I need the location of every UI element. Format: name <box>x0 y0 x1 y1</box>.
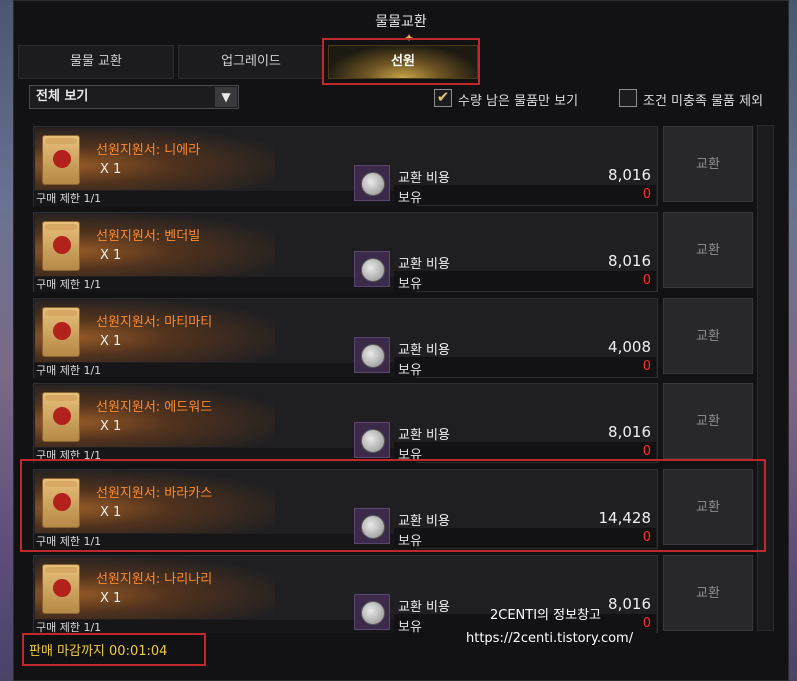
cost-label: 교환 비용 <box>398 343 450 358</box>
silver-coin-icon <box>361 601 385 625</box>
exclude-unmet-label: 조건 미충족 물품 제외 <box>643 94 764 109</box>
row-highlight-box <box>20 459 766 552</box>
cost-label: 교환 비용 <box>398 171 450 186</box>
owned-bar <box>394 185 656 205</box>
item-list: 선원지원서: 니에라 X 1 구매 제한 1/1 교환 비용 8,016 보유 … <box>29 121 759 633</box>
owned-label: 보유 <box>398 363 422 378</box>
filter-selected-value: 전체 보기 <box>36 89 89 104</box>
silver-coin-icon <box>361 172 385 196</box>
owned-label: 보유 <box>398 620 422 633</box>
remaining-only-checkbox[interactable]: ✔ <box>434 89 452 107</box>
exchange-button[interactable]: 교환 <box>663 298 753 374</box>
currency-slot <box>354 251 390 287</box>
item-row: 선원지원서: 마티마티 X 1 구매 제한 1/1 교환 비용 4,008 보유… <box>33 298 757 378</box>
cost-value: 8,016 <box>608 252 651 270</box>
currency-slot <box>354 165 390 201</box>
currency-slot <box>354 337 390 373</box>
wax-seal-icon <box>53 322 71 340</box>
item-row: 선원지원서: 나리나리 X 1 구매 제한 1/1 교환 비용 8,016 보유… <box>33 555 757 633</box>
item-quantity: X 1 <box>100 419 122 434</box>
item-quantity: X 1 <box>100 248 122 263</box>
tab-highlight-box <box>322 38 480 85</box>
watermark-url: https://2centi.tistory.com/ <box>466 631 634 646</box>
cost-label: 교환 비용 <box>398 428 450 443</box>
item-name: 선원지원서: 나리나리 <box>96 572 213 587</box>
item-row: 선원지원서: 니에라 X 1 구매 제한 1/1 교환 비용 8,016 보유 … <box>33 126 757 206</box>
crew-scroll-icon <box>42 307 80 357</box>
owned-bar <box>394 271 656 291</box>
exclude-unmet-checkbox[interactable] <box>619 89 637 107</box>
watermark-title: 2CENTI의 정보창고 <box>490 608 601 623</box>
silver-coin-icon <box>361 429 385 453</box>
item-panel: 선원지원서: 에드워드 X 1 구매 제한 1/1 교환 비용 8,016 보유… <box>33 383 658 463</box>
filter-dropdown[interactable]: 전체 보기 ▼ <box>29 85 239 109</box>
tab-barter[interactable]: 물물 교환 <box>18 45 174 79</box>
item-panel: 선원지원서: 마티마티 X 1 구매 제한 1/1 교환 비용 4,008 보유… <box>33 298 658 378</box>
cost-label: 교환 비용 <box>398 600 450 615</box>
owned-value: 0 <box>642 273 651 288</box>
silver-coin-icon <box>361 258 385 282</box>
window-title: 물물교환 <box>375 14 427 30</box>
item-row: 선원지원서: 벤더빌 X 1 구매 제한 1/1 교환 비용 8,016 보유 … <box>33 212 757 292</box>
owned-bar <box>394 357 656 377</box>
remaining-only-label: 수량 남은 물품만 보기 <box>458 94 579 109</box>
item-name: 선원지원서: 벤더빌 <box>96 229 201 244</box>
crew-scroll-icon <box>42 135 80 185</box>
owned-value: 0 <box>642 616 651 631</box>
owned-value: 0 <box>642 359 651 374</box>
chevron-down-icon[interactable]: ▼ <box>215 87 237 107</box>
item-panel: 선원지원서: 니에라 X 1 구매 제한 1/1 교환 비용 8,016 보유 … <box>33 126 658 206</box>
sale-timer: 판매 마감까지 00:01:04 <box>29 644 168 659</box>
item-quantity: X 1 <box>100 162 122 177</box>
wax-seal-icon <box>53 579 71 597</box>
cost-value: 8,016 <box>608 423 651 441</box>
item-panel: 선원지원서: 벤더빌 X 1 구매 제한 1/1 교환 비용 8,016 보유 … <box>33 212 658 292</box>
owned-value: 0 <box>642 444 651 459</box>
owned-value: 0 <box>642 187 651 202</box>
owned-label: 보유 <box>398 191 422 206</box>
list-scrollbar[interactable] <box>757 125 774 631</box>
cost-label: 교환 비용 <box>398 257 450 272</box>
silver-coin-icon <box>361 344 385 368</box>
currency-slot <box>354 594 390 630</box>
item-name: 선원지원서: 에드워드 <box>96 400 213 415</box>
item-quantity: X 1 <box>100 591 122 606</box>
cost-value: 8,016 <box>608 595 651 613</box>
barter-window: 물물교환 물물 교환 업그레이드 선원 ✦ 전체 보기 ▼ ✔ 수량 남은 물품… <box>13 0 789 681</box>
crew-scroll-icon <box>42 564 80 614</box>
exchange-button[interactable]: 교환 <box>663 212 753 288</box>
owned-label: 보유 <box>398 277 422 292</box>
item-quantity: X 1 <box>100 334 122 349</box>
exchange-button[interactable]: 교환 <box>663 555 753 631</box>
item-name: 선원지원서: 니에라 <box>96 143 201 158</box>
currency-slot <box>354 422 390 458</box>
wax-seal-icon <box>53 236 71 254</box>
item-row: 선원지원서: 에드워드 X 1 구매 제한 1/1 교환 비용 8,016 보유… <box>33 383 757 463</box>
crew-scroll-icon <box>42 221 80 271</box>
wax-seal-icon <box>53 407 71 425</box>
cost-value: 8,016 <box>608 166 651 184</box>
item-name: 선원지원서: 마티마티 <box>96 315 213 330</box>
crew-scroll-icon <box>42 392 80 442</box>
wax-seal-icon <box>53 150 71 168</box>
tab-upgrade[interactable]: 업그레이드 <box>178 45 324 79</box>
exchange-button[interactable]: 교환 <box>663 383 753 459</box>
cost-value: 4,008 <box>608 338 651 356</box>
exchange-button[interactable]: 교환 <box>663 126 753 202</box>
